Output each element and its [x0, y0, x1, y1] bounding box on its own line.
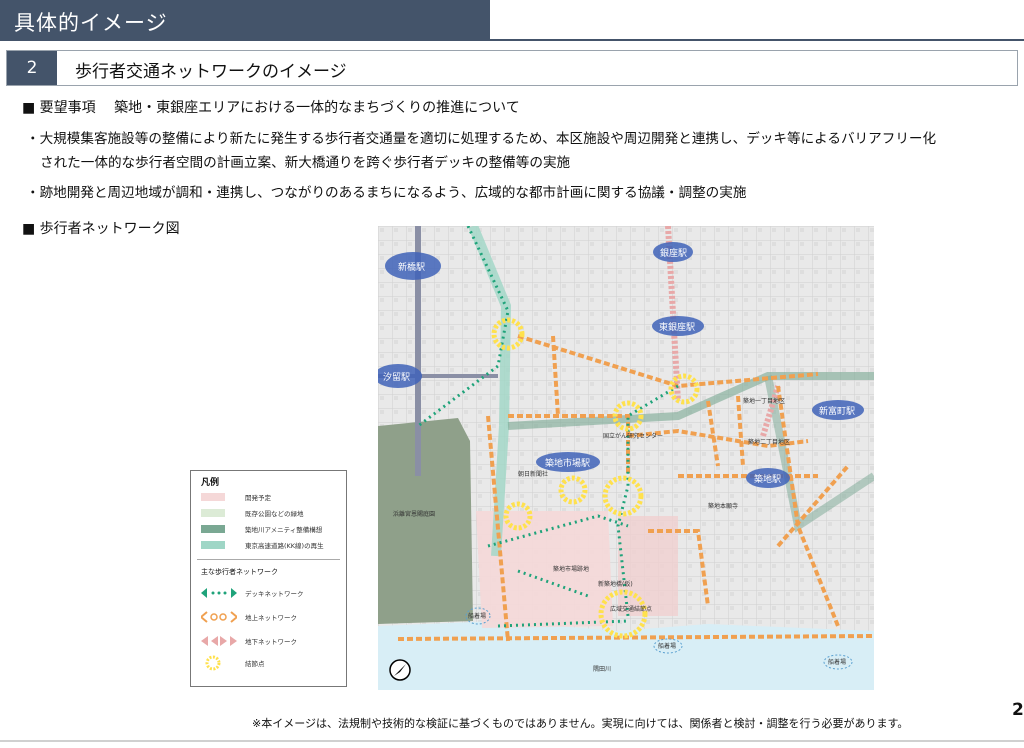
pedestrian-network-map: 浜離宮恩賜庭園 築地市場跡地 広域交通結節点 新橋駅 汐留駅 銀座駅 東銀座駅 …	[378, 226, 874, 690]
ginza-station-label: 銀座駅	[660, 247, 687, 259]
amenity-swatch	[201, 525, 225, 533]
request-bullet-2: ・跡地開発と周辺地域が調和・連携し、つながりのあるまちになるよう、広域的な都市計…	[26, 185, 747, 201]
request-heading: ■ 要望事項 築地・東銀座エリアにおける一体的なまちづくりの推進について	[22, 100, 520, 116]
green-swatch	[201, 509, 225, 517]
tsukiji-shijo-station-label: 築地市場駅	[545, 457, 590, 469]
north-arrow-icon	[389, 659, 411, 681]
section-number: 2	[7, 51, 57, 85]
hamarikyu-label: 浜離宮恩賜庭園	[393, 510, 435, 518]
shinbashi-station-label: 新橋駅	[398, 261, 425, 273]
pier-right-label: 船着場	[828, 658, 846, 666]
legend-label: 築地川アメニティ整備構想	[245, 526, 323, 534]
legend-label: デッキネットワーク	[245, 590, 304, 598]
higashi-ginza-station-label: 東銀座駅	[659, 321, 695, 333]
shiodome-station-label: 汐留駅	[383, 371, 410, 383]
section-title: 歩行者交通ネットワークのイメージ	[75, 62, 347, 82]
development-swatch	[201, 493, 225, 501]
node-icon	[205, 655, 221, 671]
deck-arrow-icon	[201, 588, 237, 598]
district-2-label: 築地二丁目地区	[748, 438, 790, 446]
title-underline	[490, 39, 1024, 41]
asahi-label: 朝日新聞社	[518, 470, 548, 478]
sumida-river-label: 隅田川	[593, 665, 611, 673]
legend-label: 開発予定	[245, 494, 271, 502]
request-bullet-1-line-2: された一体的な歩行者空間の計画立案、新大橋通りを跨ぐ歩行者デッキの整備等の実施	[40, 155, 571, 171]
title-bar: 具体的イメージ	[0, 0, 490, 41]
legend-label: 既存公園などの緑地	[245, 510, 304, 518]
pier-mid-label: 船着場	[658, 642, 676, 650]
legend-label: 地上ネットワーク	[245, 614, 297, 622]
bottom-divider	[0, 740, 1024, 742]
map-legend: 凡例 開発予定 既存公園などの緑地 築地川アメニティ整備構想 東京高速道路(KK…	[190, 470, 347, 687]
kk-line-swatch	[201, 541, 225, 549]
pier-left-label: 船着場	[468, 612, 486, 620]
legend-network-title: 主な歩行者ネットワーク	[201, 568, 278, 576]
legend-label: 地下ネットワーク	[245, 638, 297, 646]
new-bridge-label: 新築地橋(仮)	[598, 580, 633, 588]
legend-title: 凡例	[201, 478, 220, 488]
ground-arrow-icon	[201, 611, 237, 623]
request-bullet-1-line-1: ・大規模集客施設等の整備により新たに発生する歩行者交通量を適切に処理するため、本…	[26, 131, 937, 147]
shintomicho-station-label: 新富町駅	[819, 405, 855, 417]
underground-arrow-icon	[201, 636, 237, 646]
tsukiji-station-label: 築地駅	[754, 473, 781, 485]
cancer-center-label: 国立がん研究センター	[603, 432, 663, 440]
page-number: 2	[1012, 700, 1024, 720]
section-header: 2 歩行者交通ネットワークのイメージ	[6, 50, 1018, 86]
honganji-label: 築地本願寺	[708, 502, 738, 510]
market-site-label: 築地市場跡地	[553, 565, 589, 573]
hub-label: 広域交通結節点	[610, 605, 652, 613]
network-heading: ■ 歩行者ネットワーク図	[22, 221, 180, 237]
footer-note: ※本イメージは、法規制や技術的な検証に基づくものではありません。実現に向けては、…	[252, 717, 909, 730]
legend-divider	[197, 559, 340, 560]
page-title: 具体的イメージ	[14, 11, 168, 35]
legend-label: 東京高速道路(KK線)の再生	[245, 542, 324, 550]
legend-label: 結節点	[245, 660, 265, 668]
district-1-label: 築地一丁目地区	[743, 397, 785, 405]
